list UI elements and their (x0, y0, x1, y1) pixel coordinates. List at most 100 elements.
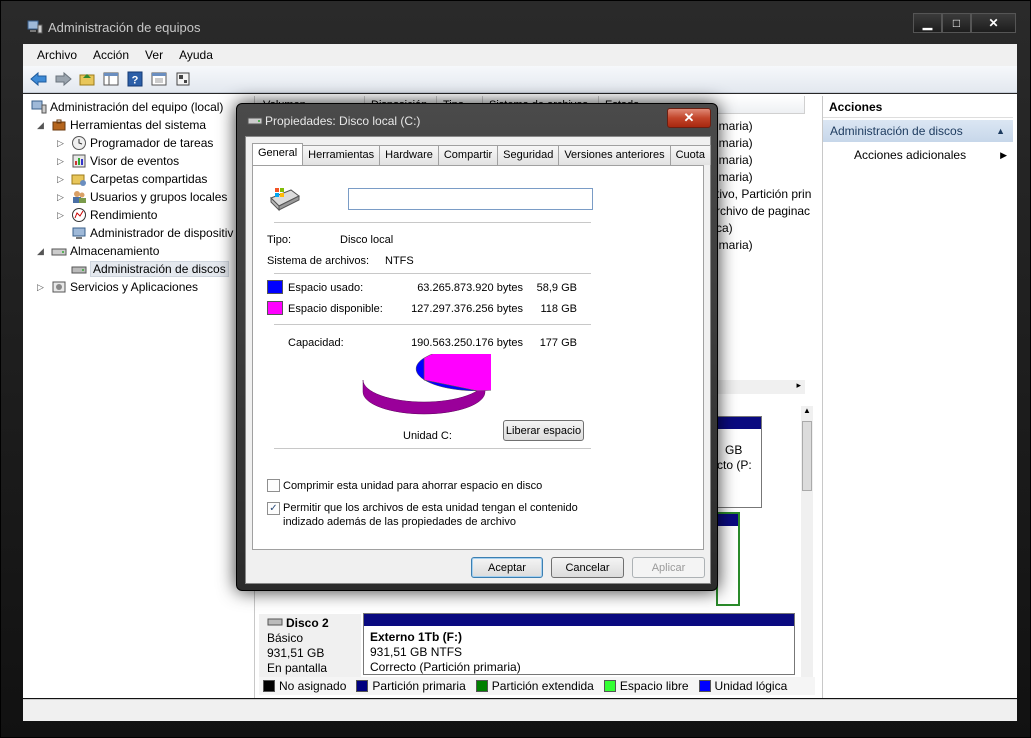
cancel-button[interactable]: Cancelar (551, 557, 624, 578)
tab-sharing[interactable]: Compartir (437, 145, 499, 165)
actions-section-disk-management[interactable]: Administración de discos ▲ (823, 120, 1013, 142)
disk-cleanup-button[interactable]: Liberar espacio (503, 420, 584, 441)
partition-header-bar (718, 514, 738, 526)
tree-item-device-manager[interactable]: Administrador de dispositiv (71, 224, 233, 242)
legend-label: No asignado (279, 679, 347, 693)
tab-security[interactable]: Seguridad (497, 145, 560, 165)
tree-item-disk-management[interactable]: Administración de discos (71, 260, 229, 278)
partition-external-f[interactable]: Externo 1Tb (F:) 931,51 GB NTFS Correcto… (363, 613, 795, 675)
expand-arrow-icon[interactable]: ▷ (57, 174, 67, 185)
tree-item-services[interactable]: ▷ Servicios y Aplicaciones (37, 278, 198, 296)
volume-row-status[interactable]: imaria) (716, 119, 753, 133)
submenu-arrow-icon: ▶ (1000, 150, 1007, 160)
dialog-close-button[interactable]: ✕ (667, 108, 711, 128)
tab-tools[interactable]: Herramientas (302, 145, 381, 165)
expand-arrow-icon[interactable]: ▷ (57, 210, 67, 221)
tab-quota[interactable]: Cuota (669, 145, 711, 165)
ok-button[interactable]: Aceptar (471, 557, 543, 578)
tree-item-event-viewer[interactable]: ▷ Visor de eventos (57, 152, 179, 170)
volume-row-status[interactable]: imaria) (716, 238, 753, 252)
apply-button[interactable]: Aplicar (632, 557, 705, 578)
pie-slice-free (423, 354, 491, 392)
collapse-arrow-icon[interactable]: ▲ (996, 120, 1005, 142)
tab-general[interactable]: General (252, 143, 304, 165)
performance-icon (71, 207, 87, 223)
volume-row-status[interactable]: imaria) (716, 170, 753, 184)
legend-swatch (263, 680, 275, 692)
legend-swatch (698, 680, 711, 692)
partition-block[interactable]: GB cto (P: (716, 416, 762, 508)
expand-arrow-icon[interactable]: ▷ (57, 156, 67, 167)
disk-2-size: 931,51 GB (267, 646, 325, 660)
tree-item-shared-folders[interactable]: ▷ Carpetas compartidas (57, 170, 207, 188)
tree-item-performance[interactable]: ▷ Rendimiento (57, 206, 157, 224)
volume-row-status[interactable]: imaria) (716, 153, 753, 167)
legend-label: Partición primaria (372, 679, 466, 693)
volume-row-status[interactable]: imaria) (716, 136, 753, 150)
tree-item-users-groups[interactable]: ▷ Usuarios y grupos locales (57, 188, 227, 206)
tree-label-disk-management: Administración de discos (90, 261, 229, 277)
maximize-button[interactable]: □ (942, 13, 971, 33)
collapse-arrow-icon[interactable]: ◢ (37, 246, 47, 257)
volume-row-status[interactable]: tivo, Partición prin (716, 187, 811, 201)
help-icon[interactable]: ? (125, 69, 145, 89)
services-icon (51, 279, 67, 295)
window-title: Administración de equipos (48, 20, 201, 35)
used-space-label: Espacio usado: (288, 282, 364, 294)
index-checkbox[interactable]: ✓ (267, 502, 280, 515)
export-icon[interactable] (173, 69, 193, 89)
menu-ver[interactable]: Ver (137, 48, 171, 62)
back-arrow-icon[interactable] (29, 69, 49, 89)
menu-ayuda[interactable]: Ayuda (171, 48, 221, 62)
tree-label-event-viewer: Visor de eventos (90, 154, 180, 168)
tree-item-storage[interactable]: ◢ Almacenamiento (37, 242, 159, 260)
vertical-scrollbar[interactable]: ▲ (801, 406, 813, 681)
collapse-arrow-icon[interactable]: ◢ (37, 120, 47, 131)
menu-accion[interactable]: Acción (85, 48, 137, 62)
folder-up-icon[interactable] (77, 69, 97, 89)
tab-hardware[interactable]: Hardware (379, 145, 439, 165)
scroll-up-arrow-icon[interactable]: ▲ (801, 406, 813, 415)
compress-checkbox[interactable] (267, 479, 280, 492)
scroll-thumb[interactable] (802, 421, 812, 491)
scroll-right-arrow-icon[interactable]: ▸ (796, 380, 801, 391)
disk-2-label[interactable]: Disco 2 Básico 931,51 GB En pantalla (259, 614, 361, 679)
status-bar (23, 699, 1017, 721)
title-bar[interactable]: Administración de equipos ▁ □ ✕ (1, 1, 1030, 39)
legend-label: Partición extendida (491, 679, 594, 693)
capacity-bytes: 190.563.250.176 bytes (411, 337, 523, 349)
storage-icon (51, 243, 67, 259)
volume-row-status[interactable]: ca) (716, 221, 733, 235)
properties-icon[interactable] (149, 69, 169, 89)
show-hide-tree-icon[interactable] (101, 69, 121, 89)
tab-previous-versions[interactable]: Versiones anteriores (558, 145, 671, 165)
general-tab-panel: Tipo: Disco local Sistema de archivos: N… (252, 165, 704, 550)
volume-row-status[interactable]: rchivo de paginac (716, 204, 810, 218)
toolbar: ? (23, 66, 1017, 93)
index-label-line-2: indizado además de las propiedades de ar… (283, 516, 516, 528)
tree-root[interactable]: Administración del equipo (local) (31, 98, 223, 116)
expand-arrow-icon[interactable]: ▷ (37, 282, 47, 293)
legend-item: Partición extendida (475, 679, 594, 693)
separator (274, 273, 591, 274)
drive-icon (247, 117, 263, 125)
type-label: Tipo: (267, 234, 292, 246)
legend-item: Unidad lógica (698, 679, 787, 693)
disk-icon (71, 261, 87, 277)
forward-arrow-icon[interactable] (53, 69, 73, 89)
close-button[interactable]: ✕ (971, 13, 1016, 33)
disk-usage-pie-chart (362, 354, 491, 415)
partition-header-bar (717, 417, 761, 429)
free-space-gb: 118 GB (540, 303, 578, 315)
tree-label-users-groups: Usuarios y grupos locales (90, 190, 228, 204)
expand-arrow-icon[interactable]: ▷ (57, 192, 67, 203)
type-value: Disco local (340, 234, 394, 246)
extended-partition-block[interactable] (716, 512, 740, 606)
expand-arrow-icon[interactable]: ▷ (57, 138, 67, 149)
actions-item-more-actions[interactable]: Acciones adicionales ▶ (823, 142, 1013, 164)
menu-archivo[interactable]: Archivo (29, 48, 85, 62)
minimize-button[interactable]: ▁ (913, 13, 942, 33)
volume-name-input[interactable] (348, 188, 593, 210)
tree-item-system-tools[interactable]: ◢ Herramientas del sistema (37, 116, 206, 134)
tree-item-task-scheduler[interactable]: ▷ Programador de tareas (57, 134, 213, 152)
